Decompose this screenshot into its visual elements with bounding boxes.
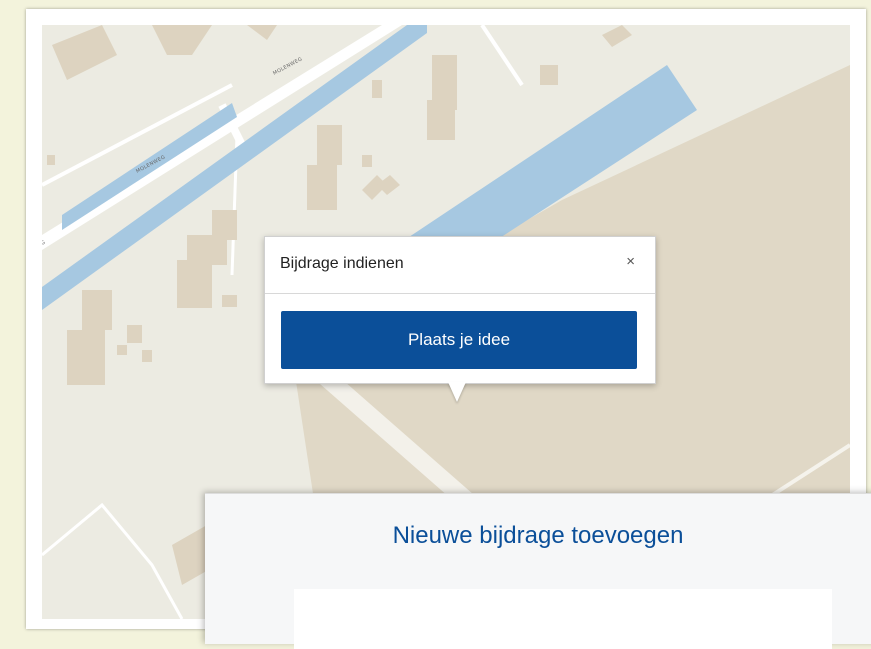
road-label-molenweg: MOLENWEG bbox=[272, 56, 303, 76]
close-icon[interactable]: × bbox=[626, 254, 635, 269]
panel-form-area[interactable] bbox=[294, 589, 832, 649]
path-bottom-left bbox=[42, 502, 184, 619]
popup-header: Bijdrage indienen × bbox=[265, 237, 655, 294]
panel-title: Nieuwe bijdrage toevoegen bbox=[392, 522, 684, 549]
popup-title: Bijdrage indienen bbox=[280, 255, 404, 272]
new-contribution-panel: Nieuwe bijdrage toevoegen bbox=[205, 493, 871, 649]
contribution-popup: Bijdrage indienen × Plaats je idee bbox=[264, 236, 656, 402]
place-idea-button[interactable]: Plaats je idee bbox=[281, 311, 637, 369]
popup-pointer bbox=[448, 382, 466, 402]
path-top bbox=[480, 25, 524, 87]
